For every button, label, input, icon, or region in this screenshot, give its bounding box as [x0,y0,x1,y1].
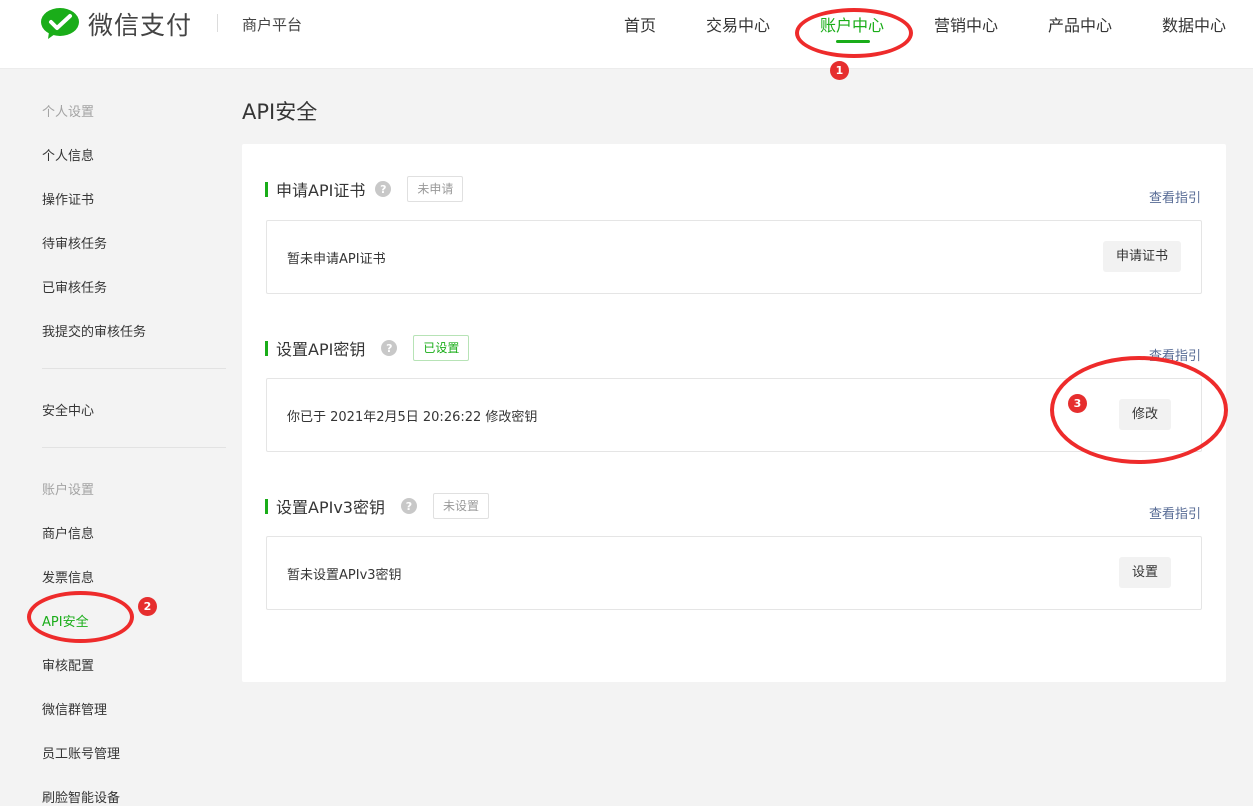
nav-active-indicator [836,40,870,43]
section-header-api-cert: 申请API证书 ? 未申请 [265,176,464,202]
section-text: 暂未设置APIv3密钥 [287,568,402,583]
annotation-number: 2 [138,597,157,616]
section-title: 设置APIv3密钥 [276,498,385,517]
guide-link[interactable]: 查看指引 [1149,345,1201,364]
help-icon[interactable]: ? [375,181,392,197]
wechat-pay-logo[interactable]: 微信支付 [40,7,192,41]
sidebar-item-face-devices[interactable]: 刷脸智能设备 [42,787,120,806]
sidebar-item-wechat-group[interactable]: 微信群管理 [42,699,107,718]
sidebar-item-reviewed-tasks[interactable]: 已审核任务 [42,277,107,296]
sidebar: 个人设置 个人信息 操作证书 待审核任务 已审核任务 我提交的审核任务 安全中心… [0,69,228,806]
guide-link[interactable]: 查看指引 [1149,503,1201,522]
logo-divider [217,14,218,32]
section-accent-bar [265,498,268,514]
section-header-apiv3-key: 设置APIv3密钥 ? 未设置 [265,493,489,519]
sidebar-group-personal: 个人设置 [42,105,95,120]
section-accent-bar [265,340,268,356]
nav-home[interactable]: 首页 [624,12,656,36]
status-badge: 已设置 [413,335,470,361]
sidebar-divider [42,447,226,448]
nav-account-center[interactable]: 账户中心 [820,12,884,36]
sidebar-item-security-center[interactable]: 安全中心 [42,400,94,419]
set-apiv3-key-button[interactable]: 设置 [1119,557,1172,588]
modify-key-button[interactable]: 修改 [1119,399,1172,430]
guide-link[interactable]: 查看指引 [1149,187,1201,206]
top-header: 微信支付 商户平台 首页 交易中心 账户中心 营销中心 产品中心 数据中心 [0,0,1253,69]
nav-marketing[interactable]: 营销中心 [934,12,998,36]
section-title: 申请API证书 [276,181,366,200]
logo-text: 微信支付 [88,11,193,40]
sidebar-item-merchant-info[interactable]: 商户信息 [42,523,94,542]
wechat-pay-icon [41,8,79,39]
section-box-api-cert: 暂未申请API证书 申请证书 [266,220,1202,294]
section-box-api-key: 你已于 2021年2月5日 20:26:22 修改密钥 修改 [266,378,1202,452]
section-header-api-key: 设置API密钥 ? 已设置 [265,335,470,361]
section-text: 暂未申请API证书 [287,252,386,267]
apply-cert-button[interactable]: 申请证书 [1103,241,1182,272]
sidebar-item-api-security[interactable]: API安全 [42,611,89,630]
section-box-apiv3-key: 暂未设置APIv3密钥 设置 [266,536,1202,610]
section-title: 设置API密钥 [276,340,366,359]
status-badge: 未设置 [432,493,489,519]
annotation-number: 3 [1068,394,1087,413]
help-icon[interactable]: ? [381,340,398,356]
section-accent-bar [265,181,268,197]
sidebar-item-pending-tasks[interactable]: 待审核任务 [42,233,107,252]
nav-data[interactable]: 数据中心 [1162,12,1226,36]
sidebar-item-my-submitted-tasks[interactable]: 我提交的审核任务 [42,321,146,340]
sidebar-item-invoice-info[interactable]: 发票信息 [42,567,94,586]
sidebar-item-operation-cert[interactable]: 操作证书 [42,189,94,208]
nav-products[interactable]: 产品中心 [1048,12,1112,36]
sidebar-group-account: 账户设置 [42,483,95,498]
sidebar-item-review-config[interactable]: 审核配置 [42,655,94,674]
annotation-number: 1 [830,61,849,80]
nav-transactions[interactable]: 交易中心 [706,12,770,36]
help-icon[interactable]: ? [400,498,417,514]
platform-name: 商户平台 [242,16,303,34]
section-text: 你已于 2021年2月5日 20:26:22 修改密钥 [287,410,538,425]
sidebar-item-personal-info[interactable]: 个人信息 [42,145,94,164]
page-title: API安全 [242,100,318,124]
sidebar-divider [42,368,226,369]
status-badge: 未申请 [407,176,464,202]
sidebar-item-staff-accounts[interactable]: 员工账号管理 [42,743,120,762]
